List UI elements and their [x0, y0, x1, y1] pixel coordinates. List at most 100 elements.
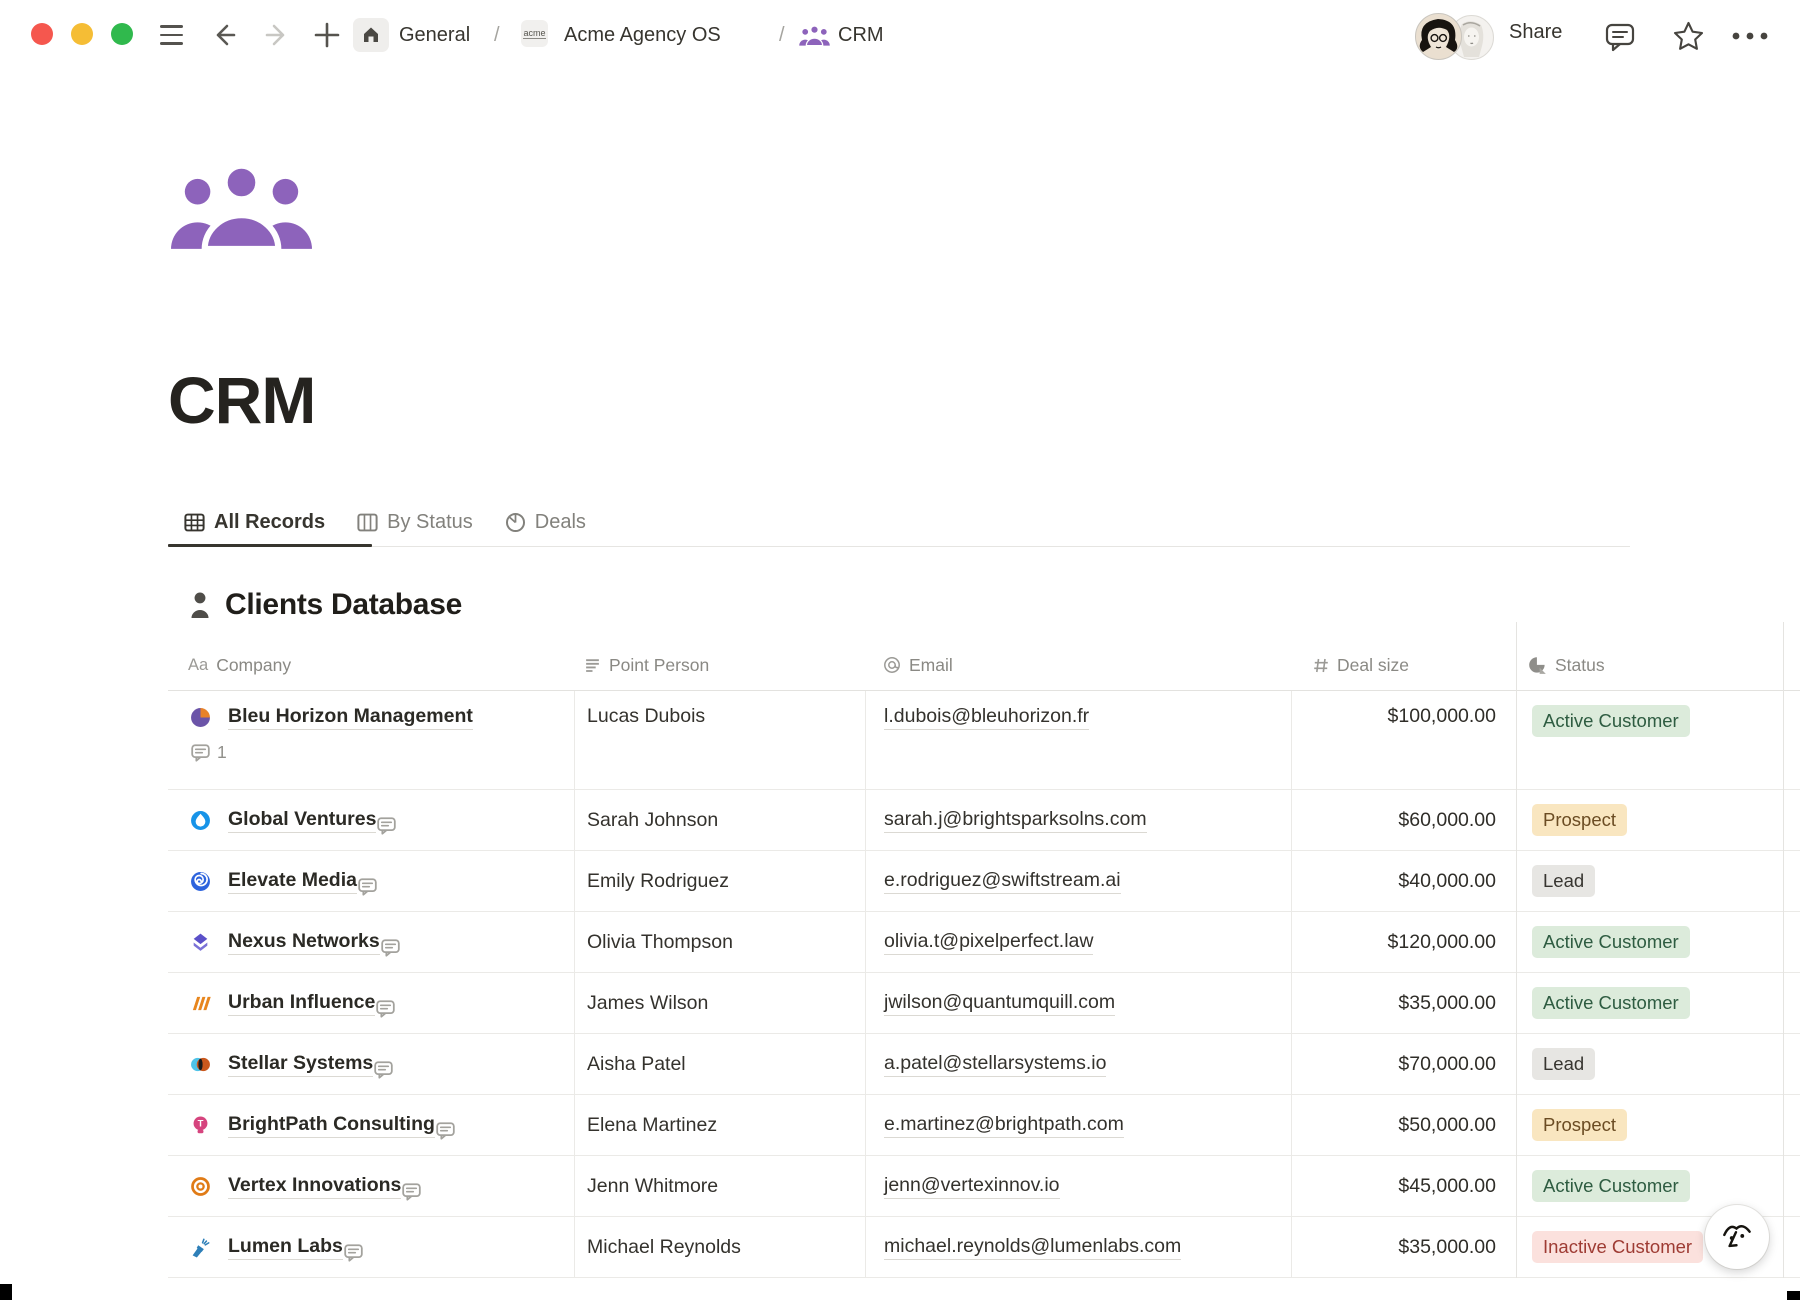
company-link[interactable]: Lumen Labs	[228, 1235, 343, 1260]
status-cell[interactable]: Active Customer	[1516, 691, 1783, 789]
deal-size-cell[interactable]: $40,000.00	[1292, 851, 1516, 911]
status-cell[interactable]: Prospect	[1516, 790, 1783, 850]
breadcrumb-page[interactable]: CRM	[838, 21, 884, 49]
table-row[interactable]: Vertex Innovations Jenn Whitmore jenn@ve…	[168, 1156, 1800, 1217]
deal-size-cell[interactable]: $100,000.00	[1292, 691, 1516, 789]
status-badge[interactable]: Lead	[1532, 1048, 1595, 1080]
more-options-icon[interactable]	[1730, 29, 1770, 43]
email-link[interactable]: l.dubois@bleuhorizon.fr	[884, 705, 1089, 730]
ai-assistant-button[interactable]	[1705, 1205, 1769, 1269]
table-right-divider[interactable]	[1783, 622, 1784, 1278]
company-link[interactable]: BrightPath Consulting	[228, 1113, 435, 1138]
company-link[interactable]: Global Ventures	[228, 808, 376, 833]
share-button[interactable]: Share	[1509, 21, 1562, 44]
breadcrumb-workspace[interactable]: Acme Agency OS	[564, 21, 721, 49]
close-window-button[interactable]	[31, 23, 53, 45]
status-badge[interactable]: Inactive Customer	[1532, 1231, 1703, 1263]
email-cell[interactable]: jwilson@quantumquill.com	[866, 973, 1292, 1033]
company-link[interactable]: Vertex Innovations	[228, 1174, 401, 1199]
comment-count[interactable]	[376, 817, 403, 835]
company-cell[interactable]: T BrightPath Consulting	[168, 1095, 575, 1155]
column-header-deal-size[interactable]: Deal size	[1292, 640, 1516, 690]
email-link[interactable]: olivia.t@pixelperfect.law	[884, 930, 1093, 955]
new-page-plus-icon[interactable]	[313, 20, 341, 50]
comment-count[interactable]	[343, 1244, 370, 1262]
deal-size-cell[interactable]: $35,000.00	[1292, 1217, 1516, 1277]
company-link[interactable]: Bleu Horizon Management	[228, 705, 473, 730]
email-cell[interactable]: l.dubois@bleuhorizon.fr	[866, 691, 1292, 789]
status-column-divider[interactable]	[1516, 622, 1517, 1278]
status-cell[interactable]: Lead	[1516, 1034, 1783, 1094]
deal-size-cell[interactable]: $120,000.00	[1292, 912, 1516, 972]
deal-size-cell[interactable]: $70,000.00	[1292, 1034, 1516, 1094]
comments-icon[interactable]	[1604, 22, 1638, 52]
company-link[interactable]: Urban Influence	[228, 991, 375, 1016]
company-cell[interactable]: Vertex Innovations	[168, 1156, 575, 1216]
status-badge[interactable]: Prospect	[1532, 804, 1627, 836]
comment-count[interactable]: 1	[190, 742, 227, 763]
status-cell[interactable]: Prospect	[1516, 1095, 1783, 1155]
status-badge[interactable]: Lead	[1532, 865, 1595, 897]
table-row[interactable]: Lumen Labs Michael Reynolds michael.reyn…	[168, 1217, 1800, 1278]
email-link[interactable]: e.martinez@brightpath.com	[884, 1113, 1124, 1138]
company-cell[interactable]: Elevate Media	[168, 851, 575, 911]
company-cell[interactable]: Global Ventures	[168, 790, 575, 850]
comment-count[interactable]	[375, 1000, 402, 1018]
email-cell[interactable]: sarah.j@brightsparksolns.com	[866, 790, 1292, 850]
column-header-company[interactable]: Aa Company	[168, 640, 575, 690]
point-person-cell[interactable]: Jenn Whitmore	[575, 1156, 866, 1216]
page-people-icon[interactable]	[170, 163, 313, 249]
column-header-point-person[interactable]: Point Person	[575, 640, 866, 690]
table-row[interactable]: Stellar Systems Aisha Patel a.patel@stel…	[168, 1034, 1800, 1095]
deal-size-cell[interactable]: $50,000.00	[1292, 1095, 1516, 1155]
column-header-email[interactable]: Email	[866, 640, 1292, 690]
zoom-window-button[interactable]	[111, 23, 133, 45]
comment-count[interactable]	[380, 939, 407, 957]
status-cell[interactable]: Active Customer	[1516, 912, 1783, 972]
status-badge[interactable]: Active Customer	[1532, 926, 1690, 958]
table-row[interactable]: Elevate Media Emily Rodriguez e.rodrigue…	[168, 851, 1800, 912]
tab-deals[interactable]: Deals	[489, 500, 602, 544]
email-link[interactable]: michael.reynolds@lumenlabs.com	[884, 1235, 1181, 1260]
point-person-cell[interactable]: Michael Reynolds	[575, 1217, 866, 1277]
sidebar-menu-icon[interactable]	[160, 25, 183, 45]
table-row[interactable]: Global Ventures Sarah Johnson sarah.j@br…	[168, 790, 1800, 851]
company-link[interactable]: Stellar Systems	[228, 1052, 373, 1077]
table-row[interactable]: Nexus Networks Olivia Thompson olivia.t@…	[168, 912, 1800, 973]
comment-count[interactable]	[357, 878, 384, 896]
database-title[interactable]: Clients Database	[225, 588, 462, 622]
status-badge[interactable]: Active Customer	[1532, 705, 1690, 737]
company-cell[interactable]: Lumen Labs	[168, 1217, 575, 1277]
point-person-cell[interactable]: Sarah Johnson	[575, 790, 866, 850]
company-cell[interactable]: Urban Influence	[168, 973, 575, 1033]
company-cell[interactable]: Stellar Systems	[168, 1034, 575, 1094]
comment-count[interactable]	[435, 1122, 462, 1140]
email-cell[interactable]: e.rodriguez@swiftstream.ai	[866, 851, 1292, 911]
tab-all-records[interactable]: All Records	[168, 500, 341, 544]
company-cell[interactable]: Nexus Networks	[168, 912, 575, 972]
email-cell[interactable]: e.martinez@brightpath.com	[866, 1095, 1292, 1155]
breadcrumb-section[interactable]: General	[399, 21, 470, 49]
tab-by-status[interactable]: By Status	[341, 500, 489, 544]
home-icon[interactable]	[353, 18, 389, 52]
status-cell[interactable]: Lead	[1516, 851, 1783, 911]
status-badge[interactable]: Active Customer	[1532, 1170, 1690, 1202]
back-arrow-icon[interactable]	[210, 20, 238, 50]
company-link[interactable]: Elevate Media	[228, 869, 357, 894]
deal-size-cell[interactable]: $45,000.00	[1292, 1156, 1516, 1216]
table-row[interactable]: Bleu Horizon Management 1 Lucas Dubois l…	[168, 691, 1800, 790]
forward-arrow-icon[interactable]	[263, 20, 291, 50]
comment-count[interactable]	[373, 1061, 400, 1079]
email-link[interactable]: sarah.j@brightsparksolns.com	[884, 808, 1147, 833]
workspace-logo-icon[interactable]: acme	[521, 20, 548, 47]
email-link[interactable]: e.rodriguez@swiftstream.ai	[884, 869, 1121, 894]
table-row[interactable]: Urban Influence James Wilson jwilson@qua…	[168, 973, 1800, 1034]
minimize-window-button[interactable]	[71, 23, 93, 45]
email-cell[interactable]: olivia.t@pixelperfect.law	[866, 912, 1292, 972]
page-title[interactable]: CRM	[168, 362, 315, 438]
status-cell[interactable]: Active Customer	[1516, 973, 1783, 1033]
email-cell[interactable]: michael.reynolds@lumenlabs.com	[866, 1217, 1292, 1277]
email-cell[interactable]: jenn@vertexinnov.io	[866, 1156, 1292, 1216]
email-cell[interactable]: a.patel@stellarsystems.io	[866, 1034, 1292, 1094]
company-cell[interactable]: Bleu Horizon Management 1	[168, 691, 575, 789]
